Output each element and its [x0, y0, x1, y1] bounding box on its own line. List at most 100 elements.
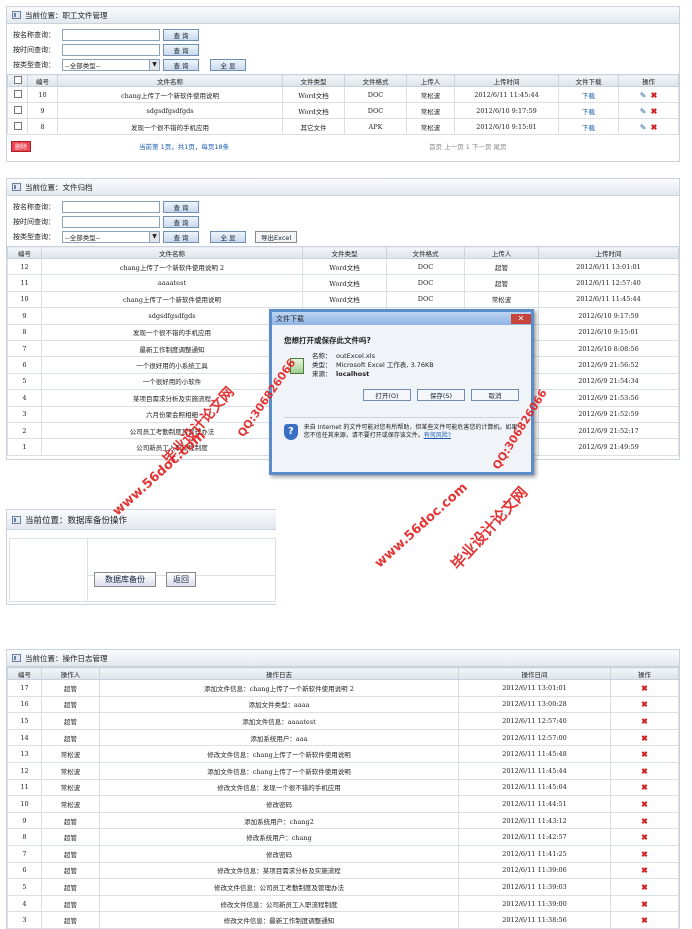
delete-icon[interactable]: ✖ — [651, 90, 658, 100]
panel-header: 当前位置：操作日志管理 — [7, 650, 679, 667]
cancel-button[interactable]: 取消 — [471, 389, 519, 401]
action-cell: ✖ — [610, 861, 679, 880]
row-checkbox[interactable] — [13, 89, 22, 98]
show-all-button[interactable]: 全 显 — [210, 58, 246, 71]
time-search-button[interactable]: 查 询 — [163, 43, 199, 56]
cell: 2012/6/9 21:52:17 — [538, 421, 679, 440]
col-header: 上传人 — [406, 74, 455, 87]
type-search-button[interactable]: 查 询 — [163, 58, 199, 71]
cell: 14 — [7, 728, 42, 747]
show-all-button[interactable]: 全 显 — [210, 230, 246, 243]
name-search-button[interactable]: 查 询 — [163, 28, 199, 41]
close-icon[interactable]: ✕ — [511, 313, 531, 324]
delete-icon[interactable]: ✖ — [641, 699, 648, 709]
col-header: 文件名称 — [57, 74, 283, 87]
name-search-input[interactable] — [62, 28, 160, 41]
cell: 2012/6/10 8:08:56 — [538, 339, 679, 358]
db-backup-panel: 当前位置：数据库备份操作 数据库备份 返回 — [6, 509, 276, 605]
action-cell: ✖ — [610, 811, 679, 830]
cell: 超管 — [41, 911, 100, 929]
cell: 添加文件信息：chang上传了一个新软件使用说明 2 — [99, 679, 459, 697]
delete-icon[interactable]: ✖ — [641, 865, 648, 875]
delete-icon[interactable]: ✖ — [641, 799, 648, 809]
delete-icon[interactable]: ✖ — [641, 749, 648, 759]
download-link[interactable]: 下载 — [582, 124, 595, 132]
delete-icon[interactable]: ✖ — [641, 716, 648, 726]
cell: 2012/6/11 13:00:28 — [458, 695, 611, 714]
row-checkbox[interactable] — [13, 121, 22, 130]
delete-icon[interactable]: ✖ — [641, 733, 648, 743]
cell: 超管 — [41, 695, 100, 714]
cell: 常松波 — [41, 778, 100, 797]
from-label: 来源： — [312, 370, 332, 378]
type-select[interactable]: --全部类型-- ▼ — [62, 230, 160, 243]
delete-icon[interactable]: ✖ — [641, 849, 648, 859]
cell: 添加系统用户：chang2 — [99, 811, 459, 830]
download-link[interactable]: 下载 — [582, 108, 595, 116]
export-excel-button[interactable]: 导出Excel — [255, 230, 298, 243]
form-actions: 数据库备份 返回 — [88, 539, 275, 601]
cell: chang上传了一个新软件使用说明 — [57, 86, 283, 103]
panel-header: 当前位置：文件归档 — [7, 179, 679, 196]
time-search-button[interactable]: 查 询 — [163, 215, 199, 228]
time-search-input[interactable] — [62, 215, 160, 228]
delete-icon[interactable]: ✖ — [641, 683, 648, 693]
file-source: localhost — [336, 370, 370, 378]
cell: 10 — [7, 795, 42, 813]
cell: 2012/6/10 9:15:01 — [454, 118, 559, 135]
cell: 8 — [27, 118, 58, 135]
action-cell: ✖ — [610, 894, 679, 913]
delete-icon[interactable]: ✖ — [641, 832, 648, 842]
cell: DOC — [344, 86, 407, 103]
select-all-header — [7, 74, 28, 87]
cell: 5 — [7, 878, 42, 896]
delete-icon[interactable]: ✖ — [651, 122, 658, 132]
col-header: 操作日间 — [458, 667, 611, 680]
save-button[interactable]: 保存(S) — [417, 389, 465, 401]
delete-button[interactable]: 删除 — [11, 140, 32, 152]
cell: 超管 — [41, 861, 100, 880]
delete-icon[interactable]: ✖ — [641, 816, 648, 826]
col-header: 编号 — [7, 246, 42, 259]
cell: 超管 — [41, 712, 100, 730]
cell: 2012/6/11 13:01:01 — [538, 257, 679, 276]
backup-form: 数据库备份 返回 — [9, 538, 276, 602]
cell: 超管 — [41, 844, 100, 863]
download-link[interactable]: 下载 — [582, 92, 595, 100]
cell: 修改文件信息：最新工作制度调整通知 — [99, 911, 459, 929]
cell: 8 — [7, 323, 42, 341]
col-header: 编号 — [7, 667, 42, 680]
action-cell: ✖ — [610, 679, 679, 697]
type-search-button[interactable]: 查 询 — [163, 230, 199, 243]
col-header: 操作日志 — [99, 667, 459, 680]
cell: DOC — [344, 102, 407, 119]
table-row: 5 超管 修改文件信息：公司员工考勤制度及管理办法 2012/6/11 11:39:0… — [7, 878, 679, 896]
time-search-input[interactable] — [62, 43, 160, 56]
delete-icon[interactable]: ✖ — [641, 782, 648, 792]
dialog-title: 文件下载 — [276, 314, 304, 323]
name-search-button[interactable]: 查 询 — [163, 200, 199, 213]
delete-icon[interactable]: ✖ — [651, 106, 658, 116]
cell: 2012/6/11 11:45:48 — [458, 745, 611, 763]
back-button[interactable]: 返回 — [166, 571, 196, 587]
delete-icon[interactable]: ✖ — [641, 766, 648, 776]
delete-icon[interactable]: ✖ — [641, 882, 648, 892]
edit-icon[interactable]: ✎ — [640, 107, 647, 116]
cell: 2012/6/11 11:39:06 — [458, 861, 611, 880]
name-search-input[interactable] — [62, 200, 160, 213]
delete-icon[interactable]: ✖ — [641, 899, 648, 909]
risk-link[interactable]: 有何风险? — [424, 432, 451, 439]
db-backup-button[interactable]: 数据库备份 — [94, 571, 156, 587]
page-nav[interactable]: 首页 上一页 1 下一页 尾页 — [429, 141, 506, 151]
open-button[interactable]: 打开(O) — [363, 389, 411, 401]
delete-icon[interactable]: ✖ — [641, 915, 648, 925]
cell: 修改文件信息：chang上传了一个新软件使用说明 — [99, 745, 459, 763]
edit-icon[interactable]: ✎ — [640, 91, 647, 100]
cell: chang上传了一个新软件使用说明 2 — [41, 257, 303, 276]
edit-icon[interactable]: ✎ — [640, 123, 647, 132]
select-all-checkbox[interactable] — [13, 75, 22, 84]
row-checkbox[interactable] — [13, 105, 22, 114]
type-select[interactable]: --全部类型-- ▼ — [62, 58, 160, 71]
name-label: 名称： — [312, 352, 332, 360]
cell: 2012/6/11 11:38:56 — [458, 911, 611, 929]
